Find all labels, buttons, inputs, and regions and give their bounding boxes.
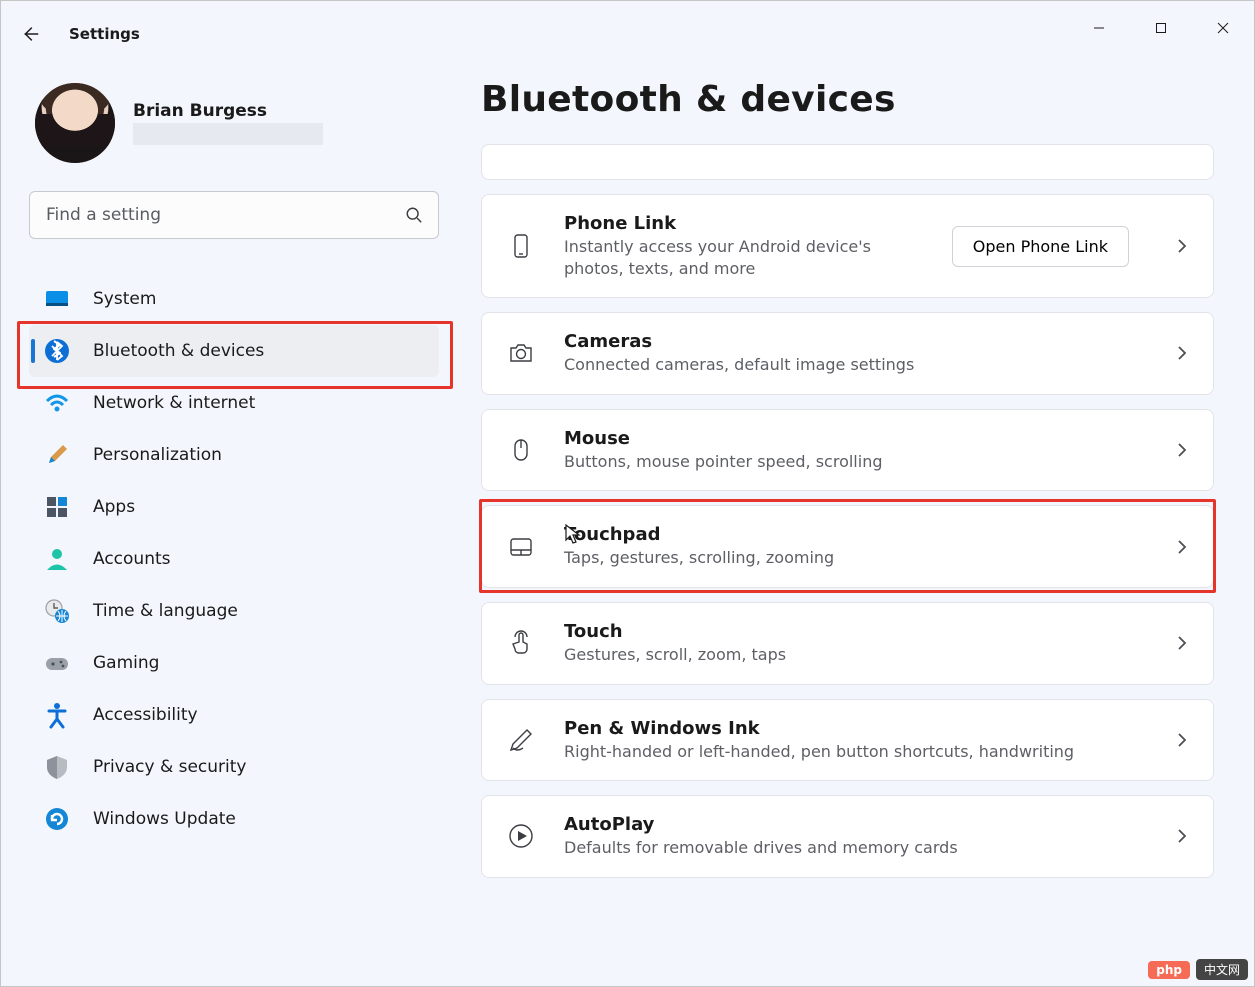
sidebar-item-label: Privacy & security: [93, 757, 247, 777]
sidebar-item-network[interactable]: Network & internet: [29, 377, 439, 429]
sidebar-item-privacy[interactable]: Privacy & security: [29, 741, 439, 793]
close-button[interactable]: [1192, 8, 1254, 48]
sidebar-item-label: Gaming: [93, 653, 159, 673]
maximize-button[interactable]: [1130, 8, 1192, 48]
chevron-right-icon: [1173, 538, 1191, 556]
sidebar-item-label: Time & language: [93, 601, 238, 621]
accounts-icon: [43, 545, 71, 573]
cursor-icon: [564, 524, 582, 546]
autoplay-icon: [504, 819, 538, 853]
sidebar-item-accounts[interactable]: Accounts: [29, 533, 439, 585]
card-phone-link[interactable]: Phone Link Instantly access your Android…: [481, 194, 1214, 298]
chevron-right-icon: [1173, 344, 1191, 362]
nav-list: System Bluetooth & devices Network & int…: [29, 273, 439, 845]
card-mouse[interactable]: Mouse Buttons, mouse pointer speed, scro…: [481, 409, 1214, 492]
sidebar-item-gaming[interactable]: Gaming: [29, 637, 439, 689]
sidebar: Brian Burgess System Bluetooth & dev: [1, 53, 451, 986]
card-desc: Buttons, mouse pointer speed, scrolling: [564, 451, 1147, 473]
watermark-badge: php: [1148, 961, 1190, 979]
page-title: Bluetooth & devices: [481, 79, 1214, 120]
sidebar-item-label: Accounts: [93, 549, 171, 569]
accessibility-icon: [43, 701, 71, 729]
card-title: AutoPlay: [564, 814, 1147, 835]
card-title: Phone Link: [564, 213, 926, 234]
minimize-button[interactable]: [1068, 8, 1130, 48]
chevron-right-icon: [1173, 634, 1191, 652]
card-title: Touch: [564, 621, 1147, 642]
sidebar-item-system[interactable]: System: [29, 273, 439, 325]
profile-block[interactable]: Brian Burgess: [29, 83, 439, 163]
camera-icon: [504, 336, 538, 370]
wifi-icon: [43, 389, 71, 417]
sidebar-item-label: Network & internet: [93, 393, 255, 413]
sidebar-item-bluetooth-devices[interactable]: Bluetooth & devices: [29, 325, 439, 377]
card-desc: Gestures, scroll, zoom, taps: [564, 644, 1147, 666]
profile-name: Brian Burgess: [133, 101, 323, 121]
card-title: Mouse: [564, 428, 1147, 449]
shield-icon: [43, 753, 71, 781]
pen-icon: [504, 723, 538, 757]
chevron-right-icon: [1173, 441, 1191, 459]
sidebar-item-label: Personalization: [93, 445, 222, 465]
sidebar-item-windows-update[interactable]: Windows Update: [29, 793, 439, 845]
search-input[interactable]: [29, 191, 439, 239]
sidebar-item-label: Bluetooth & devices: [93, 341, 264, 361]
card-desc: Right-handed or left-handed, pen button …: [564, 741, 1147, 763]
card-desc: Connected cameras, default image setting…: [564, 354, 1147, 376]
touchpad-icon: [504, 530, 538, 564]
card-title: Cameras: [564, 331, 1147, 352]
card-desc: Defaults for removable drives and memory…: [564, 837, 1147, 859]
sidebar-item-label: Apps: [93, 497, 135, 517]
title-bar: Settings: [1, 1, 1254, 53]
mouse-icon: [504, 433, 538, 467]
card-touch[interactable]: Touch Gestures, scroll, zoom, taps: [481, 602, 1214, 685]
clock-globe-icon: [43, 597, 71, 625]
sidebar-item-personalization[interactable]: Personalization: [29, 429, 439, 481]
sidebar-item-accessibility[interactable]: Accessibility: [29, 689, 439, 741]
card-partial-top[interactable]: [481, 144, 1214, 180]
paintbrush-icon: [43, 441, 71, 469]
card-title: Pen & Windows Ink: [564, 718, 1147, 739]
card-autoplay[interactable]: AutoPlay Defaults for removable drives a…: [481, 795, 1214, 878]
profile-email-redacted: [133, 123, 323, 145]
app-title: Settings: [69, 25, 140, 43]
back-button[interactable]: [17, 21, 43, 47]
phone-icon: [504, 229, 538, 263]
chevron-right-icon: [1173, 731, 1191, 749]
card-cameras[interactable]: Cameras Connected cameras, default image…: [481, 312, 1214, 395]
watermark-text: 中文网: [1196, 959, 1248, 980]
chevron-right-icon: [1173, 237, 1191, 255]
card-title: Touchpad: [564, 524, 1147, 545]
card-pen-windows-ink[interactable]: Pen & Windows Ink Right-handed or left-h…: [481, 699, 1214, 782]
system-icon: [43, 285, 71, 313]
watermark: php 中文网: [1148, 959, 1248, 980]
search-icon: [405, 206, 423, 224]
main-content: Bluetooth & devices Phone Link Instantly…: [451, 53, 1254, 986]
card-desc: Taps, gestures, scrolling, zooming: [564, 547, 1147, 569]
apps-icon: [43, 493, 71, 521]
avatar: [35, 83, 115, 163]
sidebar-item-time-language[interactable]: Time & language: [29, 585, 439, 637]
sidebar-item-label: System: [93, 289, 156, 309]
open-phone-link-button[interactable]: Open Phone Link: [952, 226, 1129, 267]
touch-icon: [504, 626, 538, 660]
sidebar-item-label: Windows Update: [93, 809, 236, 829]
sidebar-item-apps[interactable]: Apps: [29, 481, 439, 533]
bluetooth-icon: [43, 337, 71, 365]
card-touchpad[interactable]: Touchpad Taps, gestures, scrolling, zoom…: [481, 505, 1214, 588]
sidebar-item-label: Accessibility: [93, 705, 198, 725]
card-desc: Instantly access your Android device's p…: [564, 236, 926, 279]
chevron-right-icon: [1173, 827, 1191, 845]
update-icon: [43, 805, 71, 833]
gaming-icon: [43, 649, 71, 677]
